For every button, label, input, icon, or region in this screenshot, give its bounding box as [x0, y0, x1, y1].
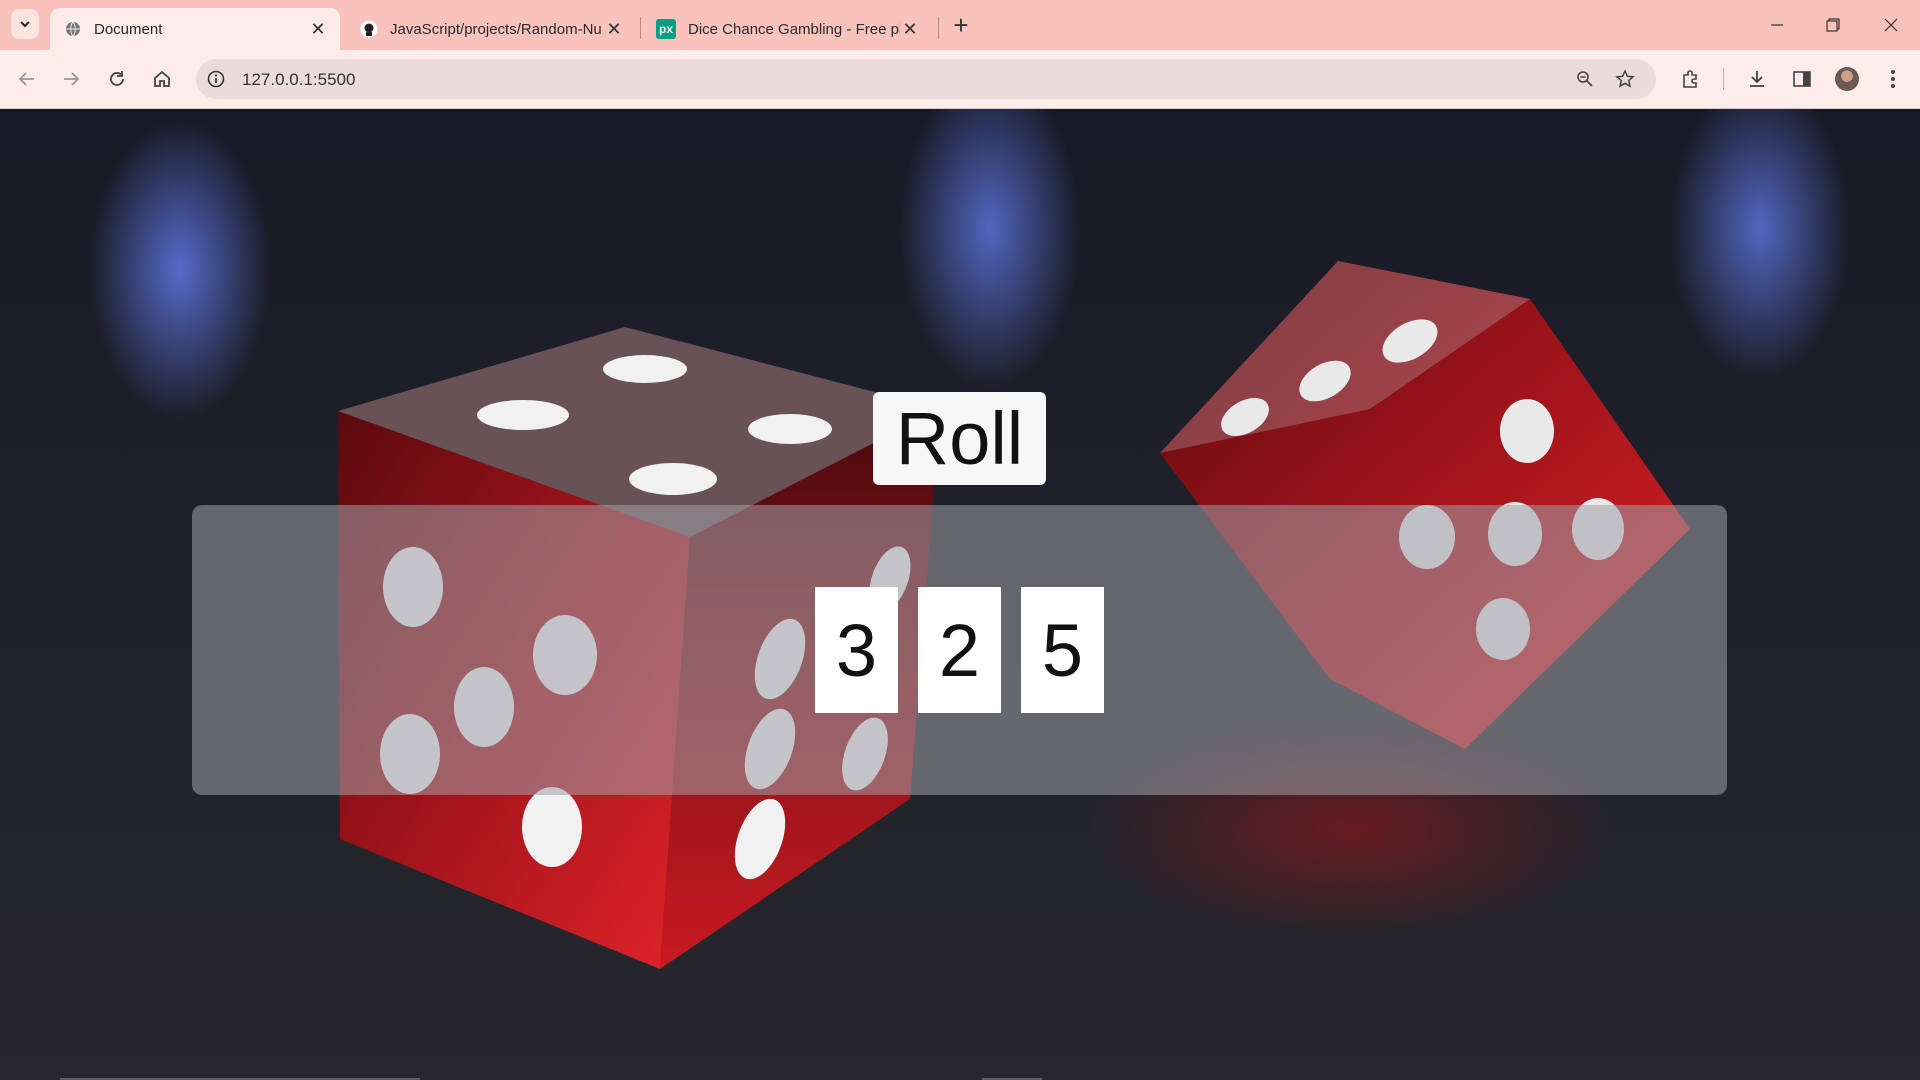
extensions-icon[interactable]	[1676, 64, 1706, 94]
tab-separator	[640, 17, 641, 39]
home-icon[interactable]	[147, 64, 177, 94]
side-panel-icon[interactable]	[1787, 64, 1817, 94]
roll-button[interactable]: Roll	[873, 392, 1046, 485]
zoom-icon[interactable]	[1574, 68, 1596, 90]
address-bar[interactable]: 127.0.0.1:5500	[196, 59, 1656, 99]
close-icon[interactable]: ✕	[308, 19, 328, 39]
pexels-badge-text: px	[658, 22, 673, 36]
menu-icon[interactable]	[1878, 64, 1908, 94]
new-tab-icon[interactable]: +	[948, 10, 974, 40]
site-info-icon[interactable]	[206, 69, 226, 89]
close-icon[interactable]: ✕	[604, 19, 624, 39]
tab-strip: Document ✕ JavaScript/projects/Random-Nu…	[0, 0, 1920, 50]
downloads-icon[interactable]	[1742, 64, 1772, 94]
window-close-icon[interactable]	[1868, 10, 1914, 40]
die-value-2: 2	[918, 587, 1001, 713]
back-icon[interactable]	[12, 64, 42, 94]
forward-icon[interactable]	[56, 64, 86, 94]
tab-pexels[interactable]: px Dice Chance Gambling - Free pl ✕	[642, 8, 932, 50]
url-text: 127.0.0.1:5500	[242, 70, 356, 89]
tab-title: Document	[94, 20, 163, 38]
restore-icon[interactable]	[1810, 10, 1856, 40]
close-icon[interactable]: ✕	[900, 19, 920, 39]
tab-search-icon[interactable]	[11, 9, 39, 39]
page-viewport: Roll 3 2 5	[0, 109, 1920, 1080]
tab-document[interactable]: Document ✕	[50, 8, 340, 50]
toolbar-separator	[1723, 68, 1724, 90]
die-value-1: 3	[815, 587, 898, 713]
tab-separator	[938, 17, 939, 39]
bookmark-star-icon[interactable]	[1614, 68, 1636, 90]
tab-title: Dice Chance Gambling - Free pl	[688, 20, 900, 38]
tab-title: JavaScript/projects/Random-Nu	[390, 20, 602, 38]
die-value-3: 5	[1021, 587, 1104, 713]
tab-github[interactable]: JavaScript/projects/Random-Nu ✕	[346, 8, 636, 50]
minimize-icon[interactable]	[1754, 10, 1800, 40]
pexels-icon: px	[656, 19, 676, 39]
browser-toolbar: 127.0.0.1:5500	[0, 50, 1920, 109]
reload-icon[interactable]	[102, 64, 132, 94]
github-icon	[360, 20, 378, 38]
profile-avatar[interactable]	[1835, 67, 1859, 91]
globe-icon	[64, 20, 82, 38]
